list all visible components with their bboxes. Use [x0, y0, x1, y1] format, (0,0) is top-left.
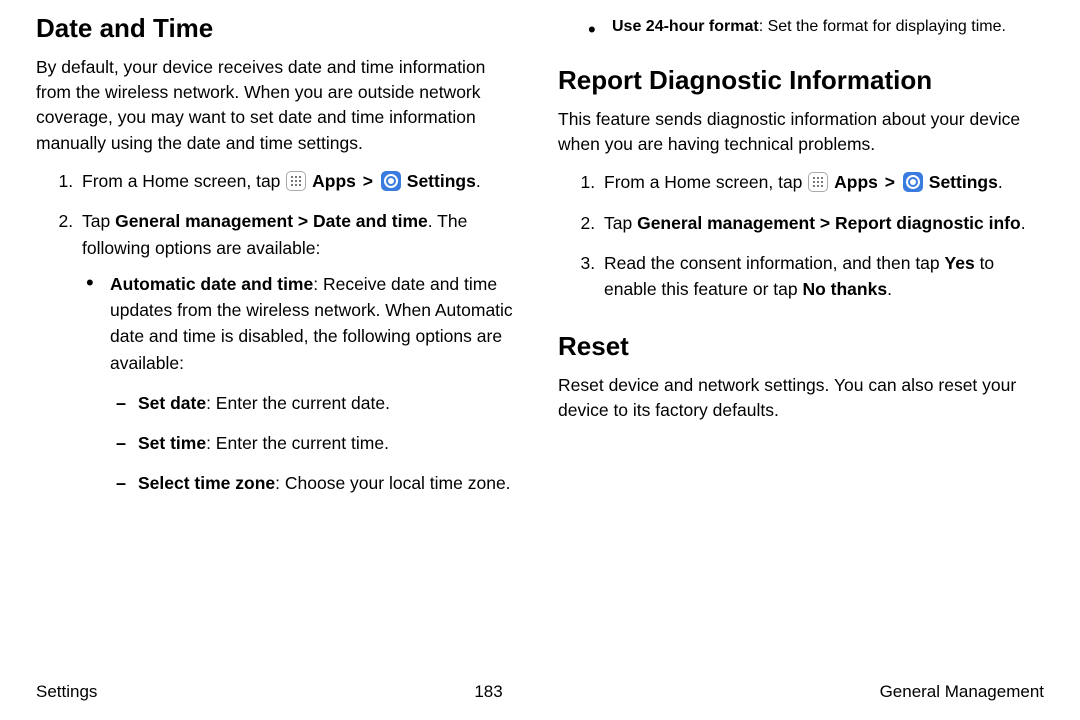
- intro-date-time: By default, your device receives date an…: [36, 55, 522, 157]
- opt-24h-text: : Set the format for displaying time.: [759, 18, 1006, 35]
- sub-time-text: : Enter the current time.: [206, 433, 389, 453]
- options-list: Automatic date and time: Receive date an…: [82, 271, 522, 497]
- d3-e: .: [887, 279, 892, 299]
- period: .: [476, 171, 481, 191]
- sub-time-bold: Set time: [138, 433, 206, 453]
- chevron-icon: >: [885, 172, 895, 192]
- d3-no: No thanks: [802, 279, 887, 299]
- d2-suffix: .: [1021, 213, 1026, 233]
- steps-date-time: From a Home screen, tap Apps > Settings.…: [36, 168, 522, 497]
- right-column: Use 24-hour format: Set the format for d…: [558, 12, 1044, 511]
- page-footer: Settings 183 General Management: [0, 682, 1080, 702]
- option-24h: Use 24-hour format: Set the format for d…: [612, 18, 1044, 36]
- left-column: Date and Time By default, your device re…: [36, 12, 522, 511]
- sub-tz-text: : Choose your local time zone.: [275, 473, 510, 493]
- sub-tz-bold: Select time zone: [138, 473, 275, 493]
- d2-prefix: Tap: [604, 213, 637, 233]
- apps-icon: [286, 171, 306, 191]
- footer-left: Settings: [36, 682, 97, 702]
- step2-bold: General management > Date and time: [115, 211, 428, 231]
- option-24h-list: Use 24-hour format: Set the format for d…: [558, 18, 1044, 36]
- step1-prefix: From a Home screen, tap: [82, 171, 285, 191]
- footer-page-number: 183: [474, 682, 502, 702]
- d1-prefix: From a Home screen, tap: [604, 172, 807, 192]
- chevron-icon: >: [363, 171, 373, 191]
- d-step-2: Tap General management > Report diagnost…: [600, 210, 1044, 236]
- intro-reset: Reset device and network settings. You c…: [558, 373, 1044, 424]
- sub-options: Set date: Enter the current date. Set ti…: [110, 390, 522, 497]
- opt-24h-bold: Use 24-hour format: [612, 18, 759, 35]
- d3-a: Read the consent information, and then t…: [604, 253, 945, 273]
- period: .: [998, 172, 1003, 192]
- heading-date-time: Date and Time: [36, 12, 522, 45]
- settings-label: Settings: [929, 172, 998, 192]
- opt-auto-bold: Automatic date and time: [110, 274, 313, 294]
- steps-diagnostic: From a Home screen, tap Apps > Settings.…: [558, 169, 1044, 302]
- footer-right: General Management: [880, 682, 1044, 702]
- step-1: From a Home screen, tap Apps > Settings.: [78, 168, 522, 194]
- intro-diagnostic: This feature sends diagnostic informatio…: [558, 107, 1044, 158]
- sub-date-text: : Enter the current date.: [206, 393, 390, 413]
- heading-reset: Reset: [558, 330, 1044, 363]
- d2-bold: General management > Report diagnostic i…: [637, 213, 1021, 233]
- option-auto: Automatic date and time: Receive date an…: [110, 271, 522, 497]
- heading-diagnostic: Report Diagnostic Information: [558, 64, 1044, 97]
- d-step-3: Read the consent information, and then t…: [600, 250, 1044, 303]
- step2-prefix: Tap: [82, 211, 115, 231]
- sub-date-bold: Set date: [138, 393, 206, 413]
- d3-yes: Yes: [945, 253, 975, 273]
- d-step-1: From a Home screen, tap Apps > Settings.: [600, 169, 1044, 195]
- apps-icon: [808, 172, 828, 192]
- settings-icon: [381, 171, 401, 191]
- sub-set-time: Set time: Enter the current time.: [138, 430, 522, 456]
- step-2: Tap General management > Date and time. …: [78, 208, 522, 496]
- apps-label: Apps: [834, 172, 878, 192]
- apps-label: Apps: [312, 171, 356, 191]
- settings-label: Settings: [407, 171, 476, 191]
- settings-icon: [903, 172, 923, 192]
- sub-time-zone: Select time zone: Choose your local time…: [138, 470, 522, 496]
- sub-set-date: Set date: Enter the current date.: [138, 390, 522, 416]
